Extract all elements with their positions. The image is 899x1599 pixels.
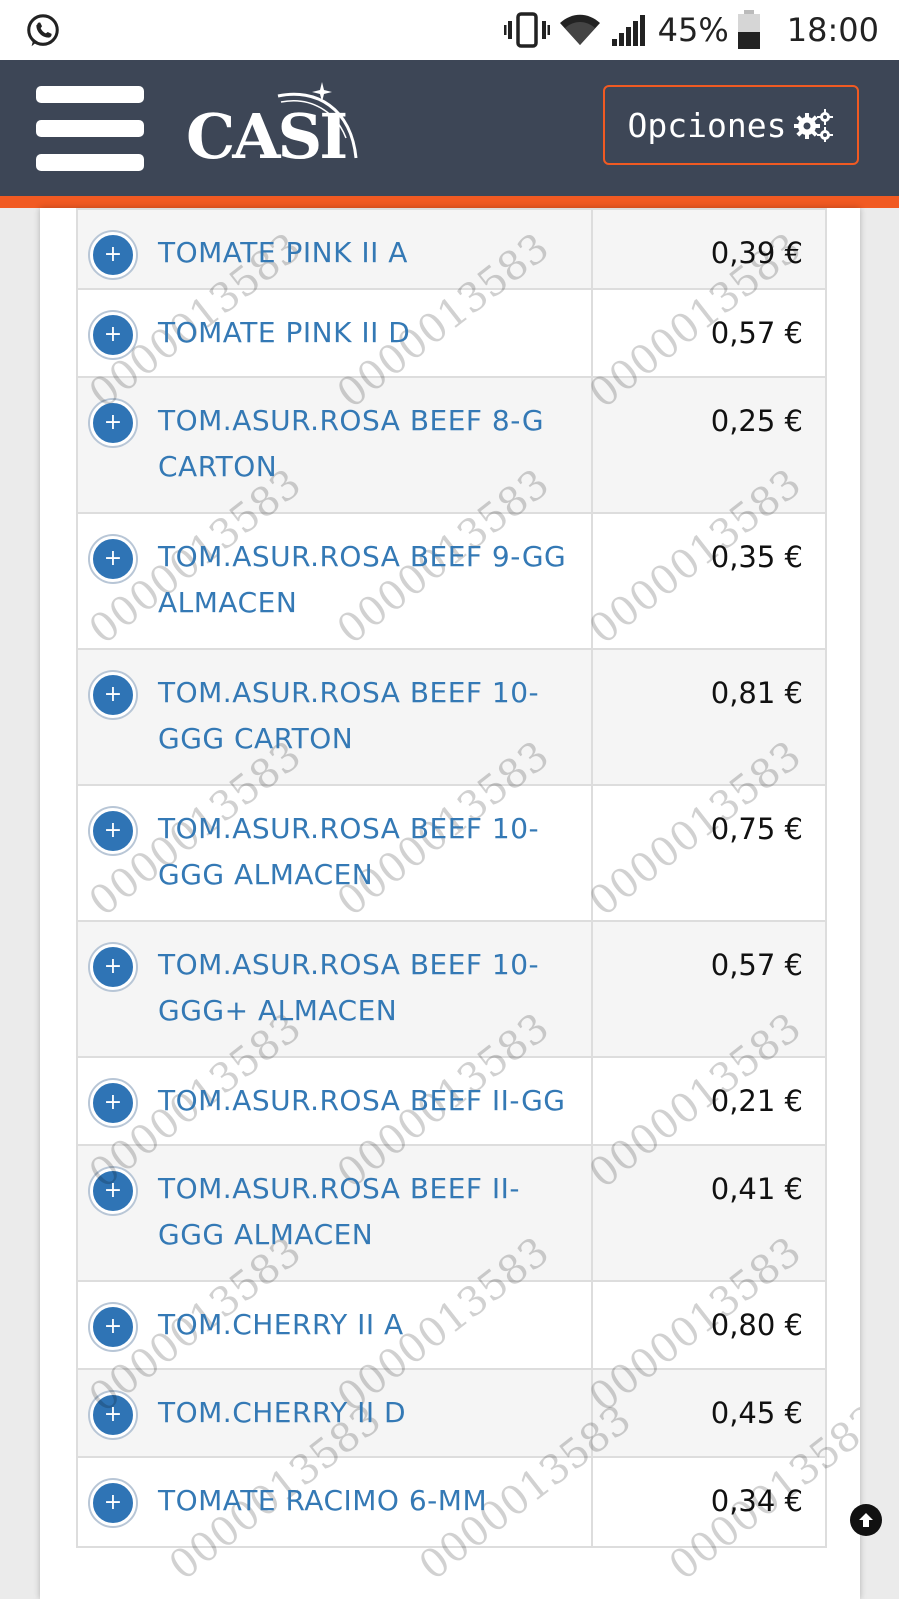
product-name-cell: + TOM.CHERRY II A <box>78 1282 593 1368</box>
plus-circle-icon[interactable]: + <box>90 1392 136 1438</box>
product-row[interactable]: + TOM.ASUR.ROSA BEEF II-GG 0,21 €000001358… <box>78 1005 825 1197</box>
product-name-link[interactable]: TOM.ASUR.ROSA BEEF 10-GGG CARTON <box>158 670 581 762</box>
options-button[interactable]: Opciones <box>603 85 859 165</box>
menu-icon[interactable] <box>36 82 146 176</box>
battery-percent: 45% <box>657 11 729 49</box>
product-name-cell: + TOMATE RACIMO 6-MM <box>78 1458 593 1546</box>
options-label: Opciones <box>627 105 787 145</box>
vibrate-icon <box>503 12 550 48</box>
product-name-link[interactable]: TOM.ASUR.ROSA BEEF 10-GGG+ ALMACEN <box>158 942 581 1034</box>
product-row[interactable]: + TOM.ASUR.ROSA BEEF 10-GGG CARTON 0,81 € <box>78 650 825 786</box>
gears-icon <box>794 109 834 142</box>
product-price: 0,57 € <box>710 316 803 350</box>
product-name-link[interactable]: TOMATE RACIMO 6-MM <box>158 1478 487 1524</box>
casi-logo[interactable]: CASI <box>186 78 366 178</box>
product-price: 0,75 € <box>710 812 803 846</box>
product-price: 0,80 € <box>710 1308 803 1342</box>
product-price: 0,81 € <box>710 676 803 710</box>
product-price: 0,39 € <box>710 236 803 270</box>
plus-circle-icon[interactable]: + <box>90 232 136 278</box>
wifi-icon <box>559 14 600 45</box>
plus-circle-icon[interactable]: + <box>90 400 136 446</box>
plus-circle-icon[interactable]: + <box>90 672 136 718</box>
product-row[interactable]: + TOM.ASUR.ROSA BEEF 8-G CARTON 0,25 € <box>78 378 825 514</box>
plus-circle-icon[interactable]: + <box>90 536 136 582</box>
product-name-link[interactable]: TOM.ASUR.ROSA BEEF II-GG <box>158 1078 565 1124</box>
product-name-cell: + TOM.ASUR.ROSA BEEF 8-G CARTON <box>78 378 593 512</box>
product-row[interactable]: + TOM.ASUR.ROSA BEEF 9-GG ALMACEN 0,35 €00… <box>78 461 825 653</box>
plus-circle-icon[interactable]: + <box>90 312 136 358</box>
arrow-up-circle-icon[interactable] <box>850 1504 882 1536</box>
status-bar: 45% 18:00 <box>0 0 899 60</box>
battery-icon <box>737 10 760 49</box>
product-price: 0,45 € <box>710 1396 803 1430</box>
clock: 18:00 <box>786 11 879 49</box>
logo-text: CASI <box>186 100 348 173</box>
product-price: 0,35 € <box>710 540 803 574</box>
product-row[interactable]: + TOM.CHERRY II D 0,45 € <box>78 1370 825 1458</box>
product-price: 0,21 € <box>710 1084 803 1118</box>
product-name-cell: + TOM.ASUR.ROSA BEEF 9-GG ALMACEN <box>78 514 593 648</box>
product-price: 0,34 € <box>710 1484 803 1518</box>
app-header: CASI Opciones <box>0 60 899 208</box>
plus-circle-icon[interactable]: + <box>90 808 136 854</box>
product-row[interactable]: + TOMATE RACIMO 6-MM 0,34 €0000013583 00000… <box>78 1397 860 1589</box>
product-panel: + TOMATE PINK II A 0,39 € + TOMATE PINK II D… <box>40 208 860 1599</box>
product-name-link[interactable]: TOMATE PINK II D <box>158 310 410 356</box>
product-row[interactable]: + TOM.ASUR.ROSA BEEF 10-GGG+ ALMACEN 0,57 … <box>78 922 825 1058</box>
status-icons: 45% 18:00 <box>503 0 879 60</box>
plus-circle-icon[interactable]: + <box>90 1480 136 1526</box>
plus-circle-icon[interactable]: + <box>90 944 136 990</box>
product-row[interactable]: + TOM.ASUR.ROSA BEEF 10-GGG ALMACEN 0,75 €… <box>78 733 825 925</box>
product-name-cell: + TOM.ASUR.ROSA BEEF 10-GGG CARTON <box>78 650 593 784</box>
product-table: + TOMATE PINK II A 0,39 € + TOMATE PINK II D… <box>76 208 860 1589</box>
product-name-cell: + TOM.ASUR.ROSA BEEF II-GGG ALMACEN <box>78 1146 593 1280</box>
product-name-cell: + TOMATE PINK II A <box>78 210 593 288</box>
product-row[interactable]: + TOMATE PINK II A 0,39 € <box>78 208 825 290</box>
plus-circle-icon[interactable]: + <box>90 1168 136 1214</box>
plus-circle-icon[interactable]: + <box>90 1304 136 1350</box>
product-name-link[interactable]: TOM.ASUR.ROSA BEEF 9-GG ALMACEN <box>158 534 581 626</box>
product-name-link[interactable]: TOM.CHERRY II D <box>158 1390 406 1436</box>
product-name-cell: + TOM.ASUR.ROSA BEEF II-GG <box>78 1058 593 1144</box>
product-name-cell: + TOM.ASUR.ROSA BEEF 10-GGG+ ALMACEN <box>78 922 593 1056</box>
product-price: 0,41 € <box>710 1172 803 1206</box>
product-name-cell: + TOMATE PINK II D <box>78 290 593 376</box>
product-name-cell: + TOM.ASUR.ROSA BEEF 10-GGG ALMACEN <box>78 786 593 920</box>
product-row[interactable]: + TOM.ASUR.ROSA BEEF II-GGG ALMACEN 0,41 € <box>78 1146 825 1282</box>
signal-icon <box>611 15 645 46</box>
product-name-link[interactable]: TOM.ASUR.ROSA BEEF 8-G CARTON <box>158 398 581 490</box>
product-name-link[interactable]: TOMATE PINK II A <box>158 230 408 276</box>
product-name-link[interactable]: TOM.ASUR.ROSA BEEF 10-GGG ALMACEN <box>158 806 581 898</box>
product-price: 0,57 € <box>710 948 803 982</box>
product-row[interactable]: + TOMATE PINK II D 0,57 €0000013583 0000013… <box>78 225 825 417</box>
product-name-link[interactable]: TOM.CHERRY II A <box>158 1302 404 1348</box>
whatsapp-icon <box>27 14 59 47</box>
product-price: 0,25 € <box>710 404 803 438</box>
product-name-cell: + TOM.CHERRY II D <box>78 1370 593 1456</box>
plus-circle-icon[interactable]: + <box>90 1080 136 1126</box>
product-name-link[interactable]: TOM.ASUR.ROSA BEEF II-GGG ALMACEN <box>158 1166 581 1258</box>
product-row[interactable]: + TOM.CHERRY II A 0,80 €0000013583 00000135… <box>78 1229 825 1421</box>
